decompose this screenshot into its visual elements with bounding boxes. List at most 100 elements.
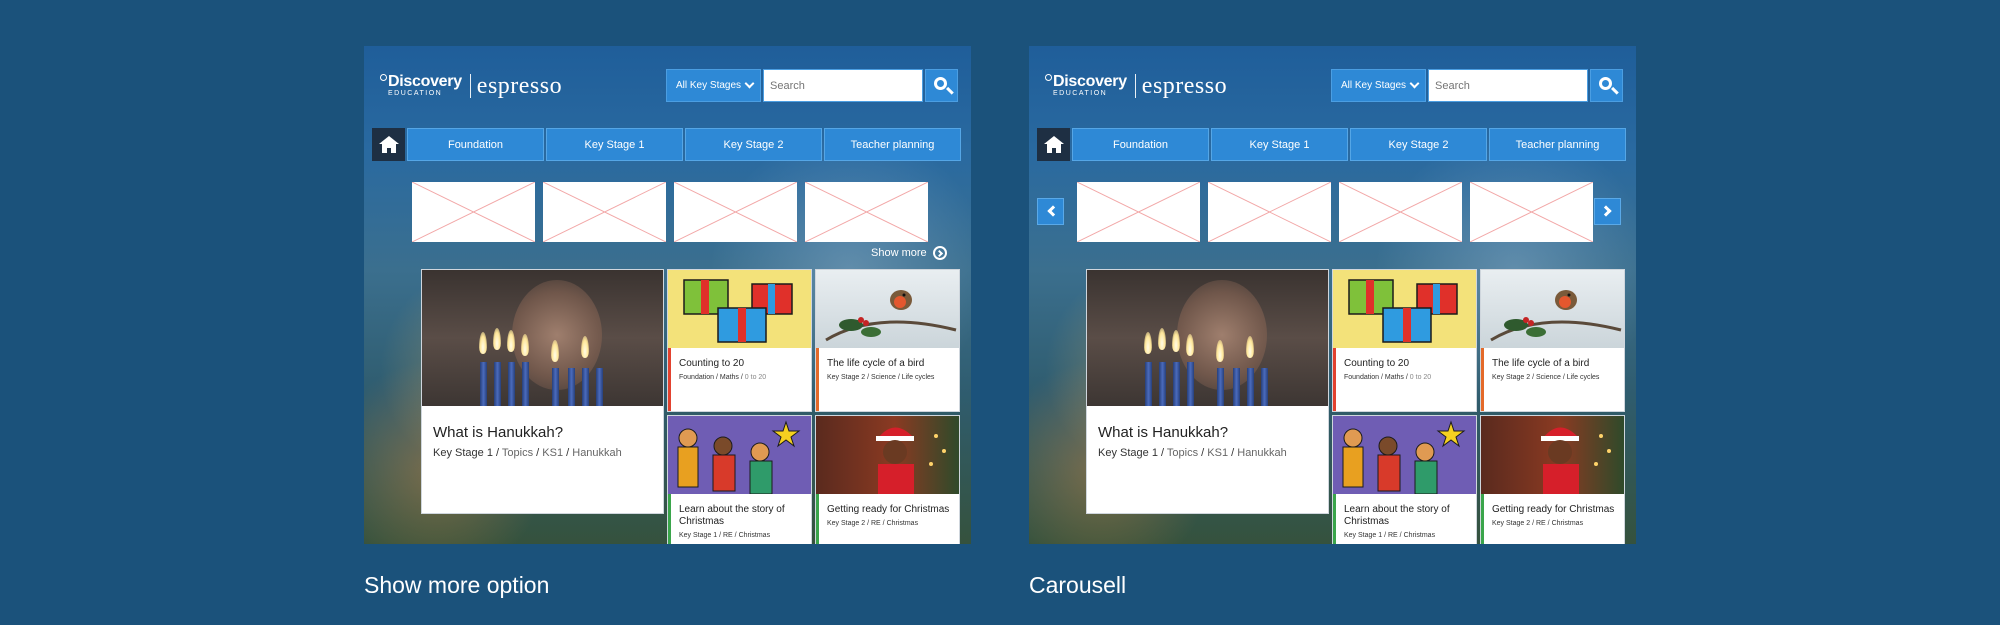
card-crumb: Key Stage 1 [679,532,718,539]
card-crumb: RE [1535,520,1546,527]
key-stage-select[interactable]: All Key Stages [666,69,761,102]
resource-card[interactable]: Getting ready for Christmas Key Stage 2 … [815,415,960,544]
candle [568,368,575,406]
card-accent-bar [668,348,671,411]
candle [596,368,603,406]
show-more-link[interactable]: Show more [871,246,947,260]
card-body: Getting ready for Christmas Key Stage 2 … [1481,494,1624,544]
home-icon [1044,136,1064,144]
candle [552,368,559,406]
feature-card[interactable]: What is Hanukkah? Key Stage 1 / Topics /… [1086,269,1329,514]
thumbnail-placeholder[interactable] [1077,182,1200,242]
feature-crumb[interactable]: Topics [502,447,533,459]
search-icon-handle [946,86,954,95]
search-input[interactable] [763,69,923,102]
thumbnail-placeholder[interactable] [805,182,928,242]
home-button[interactable] [372,128,405,161]
card-title: Getting ready for Christmas [1492,504,1615,515]
candle [1233,368,1240,406]
thumbnail-placeholder[interactable] [674,182,797,242]
resource-card[interactable]: The life cycle of a bird Key Stage 2 / S… [815,269,960,412]
card-image-gifts [668,270,811,348]
feature-title: What is Hanukkah? [433,424,564,441]
nav-key-stage-1[interactable]: Key Stage 1 [1211,128,1348,161]
feature-breadcrumb: Key Stage 1 / Topics / KS1 / Hanukkah [1098,447,1287,459]
feature-crumb[interactable]: KS1 [542,447,563,459]
feature-crumb[interactable]: Topics [1167,447,1198,459]
resource-card[interactable]: The life cycle of a bird Key Stage 2 / S… [1480,269,1625,412]
card-crumb: Christmas [886,520,919,527]
card-body: Counting to 20 Foundation / Maths / 0 to… [668,348,811,411]
key-stage-select-label: All Key Stages [1341,80,1407,91]
thumbnail-placeholder[interactable] [412,182,535,242]
nav-key-stage-2[interactable]: Key Stage 2 [685,128,822,161]
card-accent-bar [1481,494,1484,544]
home-icon-door [1052,148,1056,153]
thumbnail-placeholder[interactable] [543,182,666,242]
key-stage-select-label: All Key Stages [676,80,742,91]
card-title: Getting ready for Christmas [827,504,950,515]
logo-brand: Discovery [380,74,462,90]
card-crumb: Key Stage 2 [1492,520,1531,527]
logo-brand: Discovery [1045,74,1127,90]
resource-card[interactable]: Counting to 20 Foundation / Maths / 0 to… [1332,269,1477,412]
resource-card[interactable]: Learn about the story of Christmas Key S… [667,415,812,544]
resource-card[interactable]: Counting to 20 Foundation / Maths / 0 to… [667,269,812,412]
card-body: Counting to 20 Foundation / Maths / 0 to… [1333,348,1476,411]
candle [582,368,589,406]
search-input[interactable] [1428,69,1588,102]
card-body: Learn about the story of Christmas Key S… [1333,494,1476,544]
thumbnail-placeholder[interactable] [1339,182,1462,242]
nav-foundation[interactable]: Foundation [407,128,544,161]
card-crumb: Christmas [738,532,771,539]
candle [1173,362,1180,406]
card-body: The life cycle of a bird Key Stage 2 / S… [816,348,959,411]
nav-foundation[interactable]: Foundation [1072,128,1209,161]
nav-teacher-planning[interactable]: Teacher planning [1489,128,1626,161]
circle-chevron-right-icon [932,246,947,260]
card-title: The life cycle of a bird [827,358,925,369]
chevron-down-icon [744,78,755,89]
candle [1159,362,1166,406]
candle [494,362,501,406]
candle [1217,368,1224,406]
nav-teacher-planning[interactable]: Teacher planning [824,128,961,161]
card-image-girl-christmas [1481,416,1624,494]
carousel-prev-button[interactable] [1037,198,1064,225]
home-button[interactable] [1037,128,1070,161]
candle [522,362,529,406]
logo-divider [469,74,471,98]
home-icon-door [387,148,391,153]
card-breadcrumb: Key Stage 1 / RE / Christmas [679,532,771,539]
feature-crumb[interactable]: Key Stage 1 [1098,447,1158,459]
key-stage-select[interactable]: All Key Stages [1331,69,1426,102]
logo[interactable]: Discovery EDUCATION espresso [1045,74,1227,98]
resource-card[interactable]: Getting ready for Christmas Key Stage 2 … [1480,415,1625,544]
card-body: Learn about the story of Christmas Key S… [668,494,811,544]
thumbnail-placeholder[interactable] [1470,182,1593,242]
logo-brand-text: Discovery [388,73,462,90]
feature-breadcrumb: Key Stage 1 / Topics / KS1 / Hanukkah [433,447,622,459]
card-title: The life cycle of a bird [1492,358,1590,369]
candle [1145,362,1152,406]
flame [1144,332,1152,354]
globe-icon [1045,74,1052,81]
thumbnail-placeholder[interactable] [1208,182,1331,242]
logo-discovery: Discovery EDUCATION [1045,74,1127,98]
feature-crumb[interactable]: Hanukkah [572,447,622,459]
card-image-robin [1481,270,1624,348]
caption-carousel: Carousell [1029,572,1127,598]
card-accent-bar [1481,348,1484,411]
search-button[interactable] [925,69,958,102]
chevron-left-icon [1047,205,1059,217]
search-button[interactable] [1590,69,1623,102]
feature-crumb[interactable]: Key Stage 1 [433,447,493,459]
nav-key-stage-1[interactable]: Key Stage 1 [546,128,683,161]
nav-key-stage-2[interactable]: Key Stage 2 [1350,128,1487,161]
logo[interactable]: Discovery EDUCATION espresso [380,74,562,98]
feature-crumb[interactable]: Hanukkah [1237,447,1287,459]
feature-crumb[interactable]: KS1 [1207,447,1228,459]
card-crumb: Science [1535,374,1561,381]
resource-card[interactable]: Learn about the story of Christmas Key S… [1332,415,1477,544]
feature-card[interactable]: What is Hanukkah? Key Stage 1 / Topics /… [421,269,664,514]
